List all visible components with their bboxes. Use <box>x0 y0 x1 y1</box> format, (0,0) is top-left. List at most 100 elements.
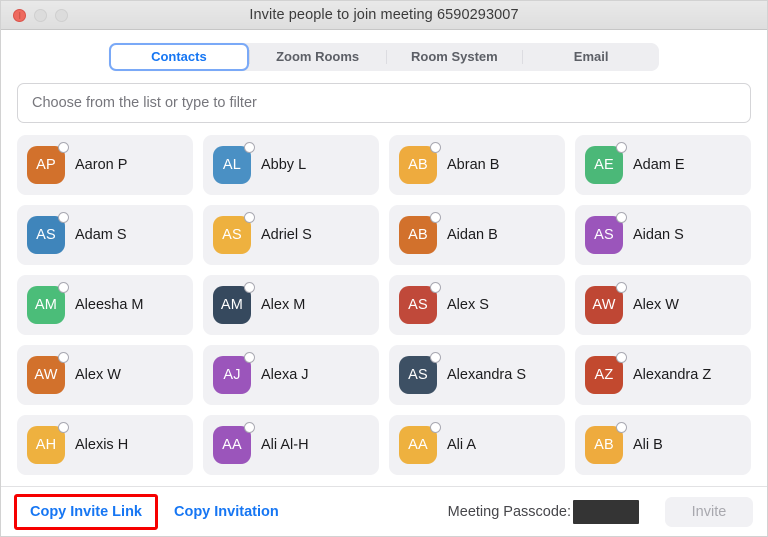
presence-status-icon <box>58 142 69 153</box>
contact-name: Alex M <box>261 297 306 313</box>
presence-status-icon <box>58 352 69 363</box>
meeting-passcode-value-redacted <box>573 499 639 524</box>
contact-name: Alex S <box>447 297 489 313</box>
avatar: AM <box>213 282 255 324</box>
contact-name: Alex W <box>633 297 679 313</box>
presence-status-icon <box>616 212 627 223</box>
title-bar: Invite people to join meeting 6590293007 <box>1 1 767 30</box>
presence-status-icon <box>244 212 255 223</box>
contact-card[interactable]: AW Alex W <box>17 345 193 405</box>
presence-status-icon <box>430 212 441 223</box>
presence-status-icon <box>430 352 441 363</box>
avatar: AE <box>585 142 627 184</box>
contact-card[interactable]: AM Alex M <box>203 275 379 335</box>
contacts-list[interactable]: AP Aaron P AL Abby L AB Abran B AE Adam E AS Adam… <box>1 135 767 486</box>
copy-invite-link-highlight: Copy Invite Link <box>14 493 158 530</box>
invite-dialog-window: Invite people to join meeting 6590293007… <box>0 0 768 537</box>
avatar: AW <box>27 352 69 394</box>
avatar: AB <box>585 422 627 464</box>
filter-area <box>1 83 767 135</box>
contact-name: Alexis H <box>75 437 129 453</box>
contact-card[interactable]: AS Adriel S <box>203 205 379 265</box>
contact-card[interactable]: AS Adam S <box>17 205 193 265</box>
contact-card[interactable]: AE Adam E <box>575 135 751 195</box>
contact-card[interactable]: AH Alexis H <box>17 415 193 475</box>
avatar: AP <box>27 142 69 184</box>
presence-status-icon <box>430 142 441 153</box>
footer-bar: Copy Invite Link Copy Invitation Meeting… <box>1 486 767 536</box>
avatar: AS <box>399 282 441 324</box>
presence-status-icon <box>616 352 627 363</box>
contact-name: Aleesha M <box>75 297 144 313</box>
contact-card[interactable]: AA Ali A <box>389 415 565 475</box>
avatar: AS <box>585 212 627 254</box>
avatar: AM <box>27 282 69 324</box>
presence-status-icon <box>244 352 255 363</box>
contact-name: Ali Al-H <box>261 437 309 453</box>
window-controls <box>1 8 68 22</box>
avatar: AW <box>585 282 627 324</box>
copy-invite-link-button[interactable]: Copy Invite Link <box>30 504 142 520</box>
invite-button[interactable]: Invite <box>665 496 753 527</box>
presence-status-icon <box>58 422 69 433</box>
contact-card[interactable]: AB Ali B <box>575 415 751 475</box>
presence-status-icon <box>616 422 627 433</box>
contact-name: Alexandra Z <box>633 367 712 383</box>
contact-card[interactable]: AS Aidan S <box>575 205 751 265</box>
contact-card[interactable]: AB Abran B <box>389 135 565 195</box>
contact-card[interactable]: AA Ali Al-H <box>203 415 379 475</box>
copy-invitation-button[interactable]: Copy Invitation <box>174 504 279 520</box>
contact-card[interactable]: AZ Alexandra Z <box>575 345 751 405</box>
avatar: AS <box>27 212 69 254</box>
contact-card[interactable]: AP Aaron P <box>17 135 193 195</box>
contact-card[interactable]: AW Alex W <box>575 275 751 335</box>
avatar: AL <box>213 142 255 184</box>
tab-bar-area: Contacts Zoom Rooms Room System Email <box>1 30 767 83</box>
presence-status-icon <box>244 282 255 293</box>
contact-name: Adam S <box>75 227 127 243</box>
tab-contacts[interactable]: Contacts <box>109 43 249 71</box>
presence-status-icon <box>244 422 255 433</box>
tab-email[interactable]: Email <box>523 43 659 71</box>
contact-name: Ali B <box>633 437 663 453</box>
meeting-passcode-label: Meeting Passcode: <box>447 503 571 520</box>
close-window-button[interactable] <box>13 8 26 22</box>
contact-card[interactable]: AS Alexandra S <box>389 345 565 405</box>
contacts-grid: AP Aaron P AL Abby L AB Abran B AE Adam E AS Adam… <box>17 135 751 475</box>
window-title: Invite people to join meeting 6590293007 <box>249 7 519 23</box>
avatar: AB <box>399 212 441 254</box>
contact-filter-input[interactable] <box>17 83 751 123</box>
maximize-window-button[interactable] <box>55 8 68 22</box>
contact-name: Aaron P <box>75 157 128 173</box>
tab-zoom-rooms[interactable]: Zoom Rooms <box>250 43 386 71</box>
avatar: AH <box>27 422 69 464</box>
contact-card[interactable]: AJ Alexa J <box>203 345 379 405</box>
contact-card[interactable]: AL Abby L <box>203 135 379 195</box>
minimize-window-button[interactable] <box>34 8 47 22</box>
contact-card[interactable]: AS Alex S <box>389 275 565 335</box>
contact-name: Abran B <box>447 157 500 173</box>
presence-status-icon <box>430 422 441 433</box>
contact-name: Aidan B <box>447 227 498 243</box>
contact-name: Abby L <box>261 157 307 173</box>
tab-bar: Contacts Zoom Rooms Room System Email <box>109 43 659 71</box>
avatar: AJ <box>213 352 255 394</box>
presence-status-icon <box>58 212 69 223</box>
presence-status-icon <box>616 282 627 293</box>
contact-name: Ali A <box>447 437 477 453</box>
footer-right-group: Meeting Passcode: Invite <box>447 496 753 527</box>
avatar: AS <box>213 212 255 254</box>
avatar: AA <box>399 422 441 464</box>
presence-status-icon <box>616 142 627 153</box>
avatar: AZ <box>585 352 627 394</box>
contact-name: Alex W <box>75 367 121 383</box>
avatar: AA <box>213 422 255 464</box>
avatar: AB <box>399 142 441 184</box>
contact-name: Adam E <box>633 157 685 173</box>
contact-card[interactable]: AM Aleesha M <box>17 275 193 335</box>
contact-name: Alexandra S <box>447 367 526 383</box>
contact-name: Adriel S <box>261 227 312 243</box>
presence-status-icon <box>58 282 69 293</box>
tab-room-system[interactable]: Room System <box>387 43 523 71</box>
contact-card[interactable]: AB Aidan B <box>389 205 565 265</box>
